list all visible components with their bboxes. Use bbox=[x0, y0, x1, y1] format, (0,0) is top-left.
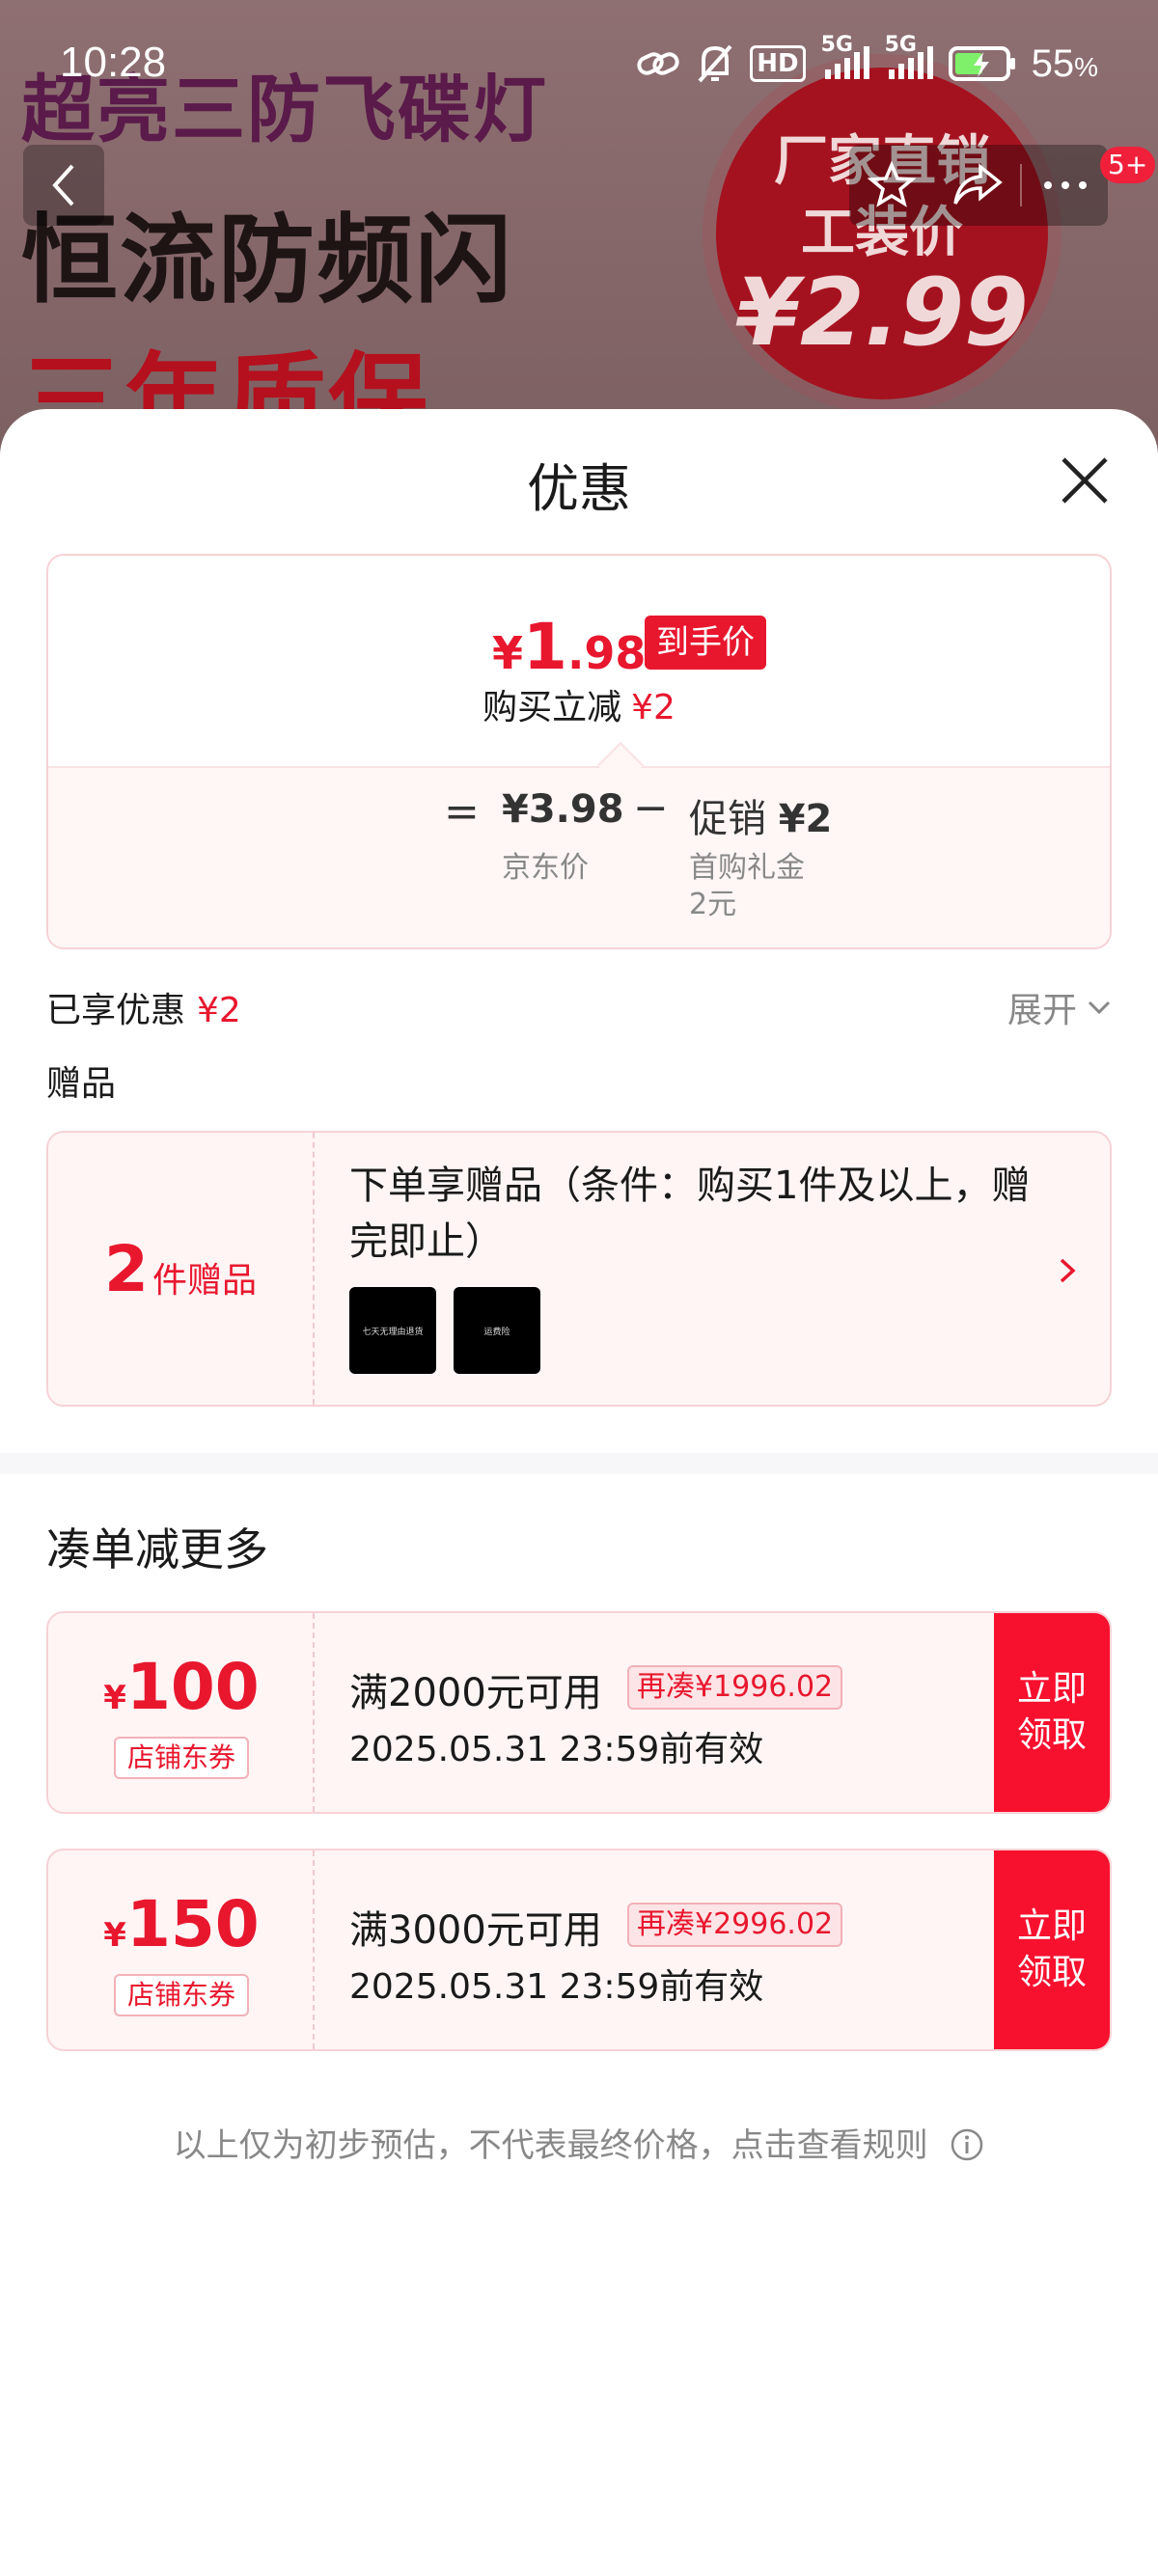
more-button[interactable] bbox=[1022, 145, 1108, 226]
signal-5g-icon-1: 5G bbox=[821, 33, 869, 81]
status-icons: HD 5G 5G 55% bbox=[636, 33, 1098, 89]
enjoyed-discount: 已享优惠 ¥2 bbox=[46, 982, 241, 1032]
coupon-expiry: 2025.05.31 23:59前有效 bbox=[349, 1967, 764, 2007]
info-icon bbox=[951, 2128, 983, 2161]
battery-value: 55 bbox=[1031, 41, 1075, 85]
battery-charging-icon bbox=[948, 44, 1016, 83]
star-icon bbox=[868, 161, 917, 207]
coupon-value-panel: ¥150 店铺东券 bbox=[48, 1850, 315, 2049]
more-dots-icon bbox=[1043, 181, 1087, 189]
final-price-currency: ¥ bbox=[492, 627, 524, 679]
more-discount-heading: 凑单减更多 bbox=[46, 1523, 268, 1576]
gift-description: 下单享赠品（条件：购买1件及以上，赠完即止） bbox=[349, 1164, 1031, 1264]
final-price-int: 1 bbox=[523, 610, 567, 684]
claim-button-label: 立即领取 bbox=[1016, 1669, 1087, 1755]
coupon-amount: ¥100 bbox=[48, 1650, 315, 1724]
network-label-1: 5G bbox=[820, 33, 853, 57]
price-breakdown-card: ¥1.98 到手价 购买立减 ¥2 = ¥3.98 京东价 − 促销 ¥2 首购礼… bbox=[46, 554, 1112, 949]
chevron-down-icon bbox=[1088, 1000, 1111, 1015]
hd-label: HD bbox=[750, 45, 806, 82]
coupon-amount-value: 150 bbox=[125, 1887, 260, 1961]
disclaimer-text: 以上仅为初步预估，不代表最终价格，点击查看规则 bbox=[173, 2126, 928, 2165]
cart-count-badge: 5+ bbox=[1100, 147, 1156, 183]
coupon-amount-value: 100 bbox=[125, 1650, 260, 1724]
price-rules-link[interactable]: 以上仅为初步预估，不代表最终价格，点击查看规则 bbox=[0, 2119, 1158, 2166]
claim-button-label: 立即领取 bbox=[1016, 1906, 1087, 1992]
status-bar: 10:28 HD 5G 5G 55% bbox=[0, 0, 1158, 129]
enjoyed-label: 已享优惠 bbox=[46, 991, 186, 1030]
share-button[interactable] bbox=[935, 145, 1021, 226]
share-icon bbox=[953, 163, 1003, 205]
nav-actions bbox=[849, 145, 1108, 226]
jd-price-label: 京东价 bbox=[502, 851, 589, 885]
signal-5g-icon-2: 5G bbox=[885, 33, 933, 81]
mute-bell-icon bbox=[696, 42, 734, 85]
buy-reduce-value: ¥2 bbox=[631, 688, 676, 727]
promo-value: ¥2 bbox=[778, 797, 833, 841]
promo-label: 促销 bbox=[689, 797, 766, 841]
section-divider bbox=[0, 1453, 1158, 1474]
gift-count: 2 件赠品 bbox=[48, 1133, 315, 1405]
chevron-right-icon bbox=[1060, 1258, 1076, 1283]
gift-thumbnail-1[interactable]: 七天无理由退货 bbox=[349, 1287, 436, 1374]
coupon-type-tag: 店铺东券 bbox=[114, 1974, 249, 2016]
battery-percent: 55% bbox=[1032, 42, 1098, 86]
coupon-card: ¥150 店铺东券 满3000元可用 再凑¥2996.02 2025.05.31… bbox=[46, 1849, 1112, 2051]
expand-label: 展开 bbox=[1007, 991, 1078, 1030]
coupon-need-badge: 再凑¥1996.02 bbox=[627, 1665, 843, 1710]
back-button[interactable] bbox=[23, 145, 104, 226]
claim-coupon-button[interactable]: 立即领取 bbox=[994, 1850, 1110, 2049]
coupon-currency: ¥ bbox=[103, 1916, 126, 1955]
gift-card[interactable]: 2 件赠品 下单享赠品（条件：购买1件及以上，赠完即止） 七天无理由退货 运费险 bbox=[46, 1131, 1112, 1407]
gift-count-number: 2 bbox=[104, 1231, 149, 1306]
coupon-condition: 满3000元可用 bbox=[349, 1908, 602, 1953]
battery-unit: % bbox=[1074, 51, 1098, 82]
jd-price: ¥3.98 bbox=[502, 787, 624, 832]
expand-button[interactable]: 展开 bbox=[1007, 982, 1112, 1032]
coupon-condition: 满2000元可用 bbox=[349, 1671, 602, 1715]
coupon-value-panel: ¥100 店铺东券 bbox=[48, 1613, 315, 1812]
favorite-button[interactable] bbox=[849, 145, 935, 226]
badge-price: ¥2.99 bbox=[735, 259, 1029, 367]
coupon-type-tag: 店铺东券 bbox=[114, 1737, 249, 1779]
minus-sign: − bbox=[633, 783, 669, 833]
promo-amount: 促销 ¥2 bbox=[689, 787, 832, 843]
network-label-2: 5G bbox=[884, 33, 917, 57]
status-time: 10:28 bbox=[60, 39, 167, 86]
coupon-need-badge: 再凑¥2996.02 bbox=[627, 1903, 843, 1947]
buy-reduce-label: 购买立减 bbox=[482, 688, 622, 727]
coupon-card: ¥100 店铺东券 满2000元可用 再凑¥1996.02 2025.05.31… bbox=[46, 1611, 1112, 1814]
link-icon bbox=[636, 46, 680, 81]
final-price: ¥1.98 bbox=[492, 610, 646, 684]
close-icon bbox=[1062, 457, 1108, 504]
final-price-dec: .98 bbox=[566, 627, 647, 679]
chevron-left-icon bbox=[52, 164, 74, 206]
gift-heading: 赠品 bbox=[46, 1064, 117, 1104]
promo-sub-value: 2元 bbox=[689, 888, 737, 921]
coupon-currency: ¥ bbox=[103, 1679, 126, 1717]
buy-reduce-line: 购买立减 ¥2 bbox=[48, 679, 1110, 729]
final-price-tag: 到手价 bbox=[645, 616, 766, 670]
gift-count-unit: 件赠品 bbox=[152, 1261, 257, 1301]
enjoyed-value: ¥2 bbox=[197, 991, 241, 1030]
equals-sign: = bbox=[444, 787, 480, 836]
coupon-expiry: 2025.05.31 23:59前有效 bbox=[349, 1730, 764, 1769]
gift-thumbnail-2[interactable]: 运费险 bbox=[454, 1287, 540, 1374]
coupon-amount: ¥150 bbox=[48, 1887, 315, 1961]
close-button[interactable] bbox=[1058, 453, 1112, 507]
claim-coupon-button[interactable]: 立即领取 bbox=[994, 1613, 1110, 1812]
hd-icon: HD bbox=[750, 45, 806, 82]
sheet-title: 优惠 bbox=[527, 458, 631, 519]
